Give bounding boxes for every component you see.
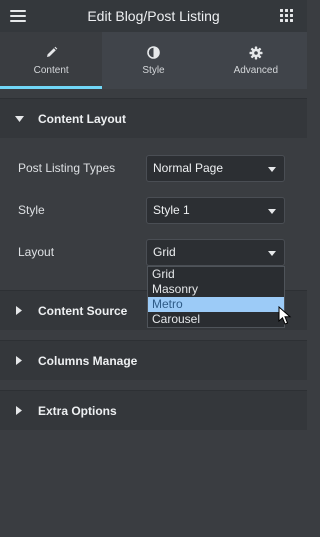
tab-content[interactable]: Content bbox=[0, 32, 103, 89]
field-layout: Layout Grid bbox=[0, 238, 307, 266]
select-value: Style 1 bbox=[153, 203, 190, 217]
tab-style[interactable]: Style bbox=[102, 32, 204, 89]
apps-grid-icon[interactable] bbox=[280, 9, 293, 22]
caret-right-icon bbox=[0, 306, 38, 315]
section-extra-options[interactable]: Extra Options bbox=[0, 390, 307, 430]
field-label: Post Listing Types bbox=[18, 161, 116, 175]
tab-divider bbox=[0, 89, 307, 98]
field-label: Style bbox=[18, 203, 45, 217]
chevron-down-icon bbox=[268, 250, 276, 256]
dropdown-option-grid[interactable]: Grid bbox=[148, 267, 284, 282]
select-value: Grid bbox=[153, 245, 176, 259]
section-title: Columns Manage bbox=[38, 353, 138, 368]
caret-right-icon bbox=[0, 356, 38, 365]
editor-tabs: Content Style Advanced bbox=[0, 32, 307, 89]
field-label: Layout bbox=[18, 245, 55, 259]
tab-style-label: Style bbox=[142, 64, 165, 76]
tab-advanced-label: Advanced bbox=[233, 64, 279, 76]
section-title: Extra Options bbox=[38, 403, 117, 418]
section-title: Content Layout bbox=[38, 111, 126, 126]
dropdown-option-carousel[interactable]: Carousel bbox=[148, 312, 284, 327]
style-select[interactable]: Style 1 bbox=[146, 196, 285, 224]
dropdown-option-masonry[interactable]: Masonry bbox=[148, 282, 284, 297]
tab-content-label: Content bbox=[33, 64, 69, 76]
field-post-listing-types: Post Listing Types Normal Page bbox=[0, 154, 307, 182]
panel-title: Edit Blog/Post Listing bbox=[87, 8, 220, 24]
gear-icon bbox=[249, 46, 263, 60]
post-listing-types-select[interactable]: Normal Page bbox=[146, 154, 285, 182]
tab-advanced[interactable]: Advanced bbox=[205, 32, 307, 89]
hamburger-menu-icon[interactable] bbox=[10, 10, 26, 22]
layout-select[interactable]: Grid bbox=[146, 238, 285, 266]
section-columns-manage[interactable]: Columns Manage bbox=[0, 340, 307, 380]
caret-down-icon bbox=[0, 115, 38, 122]
section-title: Content Source bbox=[38, 303, 128, 318]
mouse-pointer-icon bbox=[278, 306, 292, 325]
pencil-icon bbox=[44, 46, 58, 60]
panel-header: Edit Blog/Post Listing bbox=[0, 0, 307, 32]
half-circle-contrast-icon bbox=[146, 46, 160, 60]
section-content-layout[interactable]: Content Layout bbox=[0, 98, 307, 138]
chevron-down-icon bbox=[268, 208, 276, 214]
layout-dropdown-list: Grid Masonry Metro Carousel bbox=[147, 266, 285, 328]
select-value: Normal Page bbox=[153, 161, 224, 175]
dropdown-option-metro[interactable]: Metro bbox=[148, 297, 284, 312]
field-style: Style Style 1 bbox=[0, 196, 307, 224]
chevron-down-icon bbox=[268, 166, 276, 172]
caret-right-icon bbox=[0, 406, 38, 415]
